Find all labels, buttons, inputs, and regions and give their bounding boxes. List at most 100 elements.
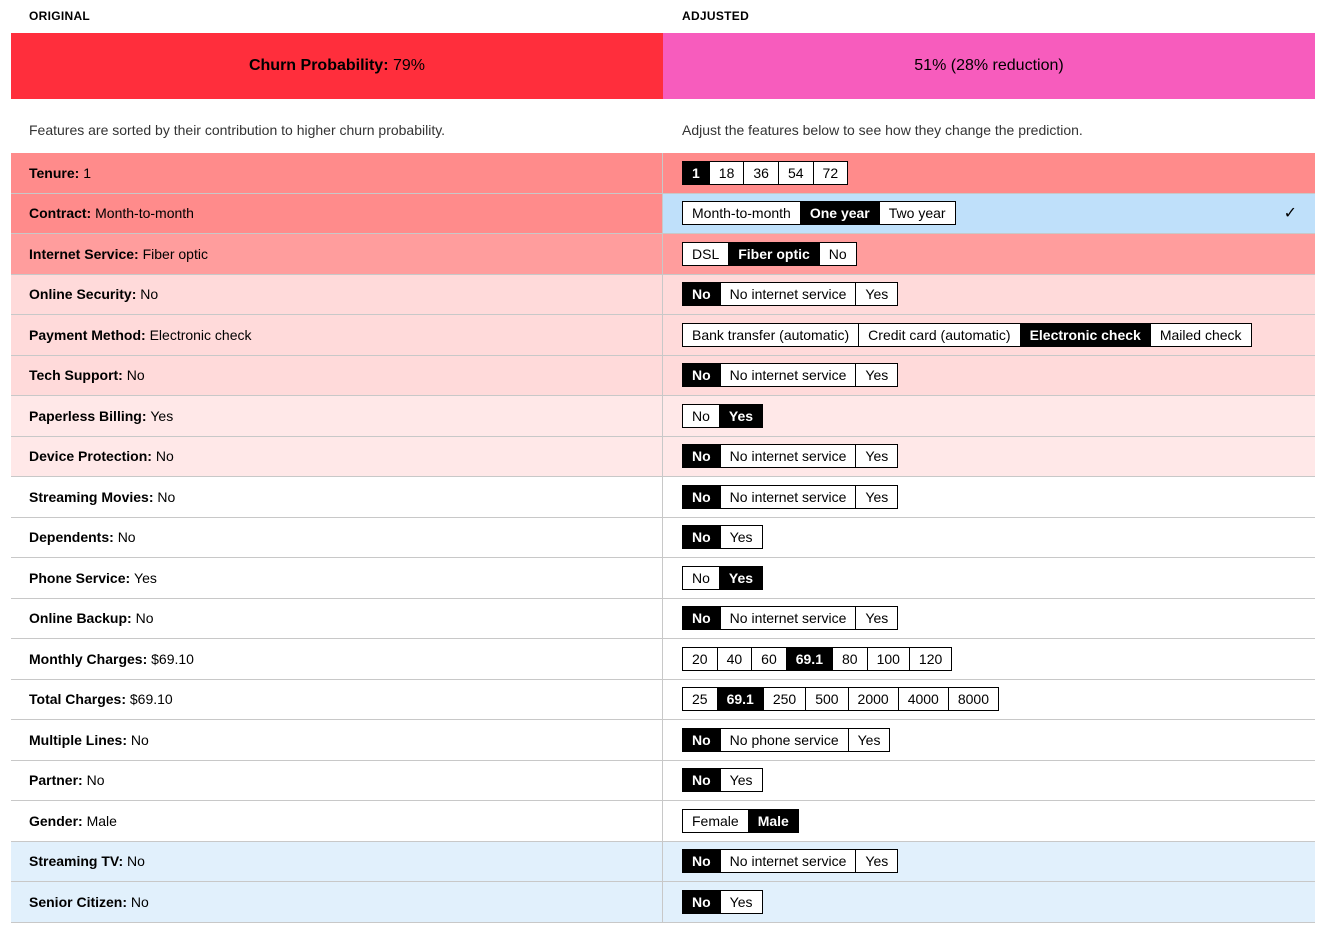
option-button-selected[interactable]: Fiber optic (729, 242, 820, 265)
option-button[interactable]: No internet service (721, 283, 857, 306)
adjusted-feature-cell: 25 69.1 250 500 2000 4000 8000 (663, 679, 1315, 719)
option-button-selected[interactable]: No (683, 890, 721, 913)
feature-original-value: Fiber optic (142, 245, 208, 262)
option-button[interactable]: 25 (683, 688, 718, 711)
option-button[interactable]: Yes (849, 729, 890, 751)
option-button[interactable]: 18 (710, 161, 745, 184)
feature-row: Payment Method: Electronic check Bank tra… (11, 315, 1315, 356)
option-selector: No Yes (682, 525, 763, 550)
original-feature-cell: Online Backup: No (11, 598, 663, 638)
option-button-selected[interactable]: No (683, 485, 721, 508)
option-button[interactable]: Mailed check (1151, 324, 1251, 346)
option-button[interactable]: 100 (868, 647, 910, 670)
option-button[interactable]: 40 (718, 647, 753, 670)
original-churn-banner: Churn Probability: 79% (11, 33, 663, 99)
original-feature-cell: Tenure: 1 (11, 153, 663, 193)
option-button-selected[interactable]: No (683, 526, 721, 549)
feature-original-value: Electronic check (149, 326, 252, 343)
option-button[interactable]: No internet service (721, 445, 857, 468)
adjusted-feature-cell: Month-to-month One year Two year ✓ (663, 193, 1315, 233)
feature-original-value: No (155, 448, 174, 465)
option-button[interactable]: 2000 (849, 688, 899, 711)
feature-original-value: No (140, 286, 159, 303)
feature-label: Senior Citizen: (29, 893, 128, 910)
option-button[interactable]: Female (683, 809, 749, 832)
adjusted-churn-value: 51% (28% reduction) (914, 57, 1064, 74)
feature-original-value: 1 (83, 164, 91, 181)
option-button[interactable]: 80 (833, 647, 868, 670)
option-button-selected[interactable]: Yes (719, 566, 763, 589)
feature-row: Tech Support: No No No internet service Yes (11, 355, 1315, 396)
adjusted-feature-cell: DSL Fiber optic No (663, 234, 1315, 274)
adjusted-feature-cell: No Yes (663, 882, 1315, 922)
option-button[interactable]: No phone service (721, 728, 849, 751)
feature-label: Online Backup: (29, 610, 132, 627)
option-button[interactable]: Yes (721, 769, 762, 791)
option-button[interactable]: No (820, 243, 856, 265)
option-button[interactable]: Yes (856, 850, 897, 872)
original-feature-cell: Multiple Lines: No (11, 720, 663, 760)
option-selector: Month-to-month One year Two year (682, 201, 956, 226)
original-subtitle: Features are sorted by their contributio… (29, 122, 446, 138)
option-button[interactable]: No internet service (721, 485, 857, 508)
option-button-selected[interactable]: No (683, 769, 721, 792)
option-selector: No Yes (682, 565, 764, 590)
feature-table: Tenure: 1 1 18 36 54 72 Contract: Month-to-mon… (11, 153, 1315, 923)
feature-label: Total Charges: (29, 691, 126, 708)
option-button[interactable]: 54 (779, 161, 814, 184)
option-button-selected[interactable]: No (683, 850, 721, 873)
option-button[interactable]: Yes (721, 526, 762, 548)
option-button-selected[interactable]: Male (748, 809, 798, 832)
feature-label: Partner: (29, 772, 83, 789)
option-button[interactable]: Yes (856, 283, 897, 305)
option-button[interactable]: Yes (856, 607, 897, 629)
option-button[interactable]: 8000 (949, 688, 998, 710)
option-button-selected[interactable]: No (683, 445, 721, 468)
feature-row: Online Security: No No No internet service… (11, 274, 1315, 315)
option-button[interactable]: Yes (856, 445, 897, 467)
option-button-selected[interactable]: 69.1 (717, 688, 764, 711)
option-button-selected[interactable]: Yes (719, 404, 763, 427)
feature-label: Contract: (29, 205, 92, 222)
option-button[interactable]: 500 (806, 688, 849, 711)
option-button[interactable]: No (683, 566, 720, 589)
feature-row: Monthly Charges: $69.10 20 40 60 69.1 80 100 12… (11, 639, 1315, 680)
option-button[interactable]: No (683, 404, 720, 427)
option-button[interactable]: 60 (752, 647, 787, 670)
option-button-selected[interactable]: One year (800, 202, 880, 225)
option-button-selected[interactable]: No (683, 283, 721, 306)
feature-original-value: No (130, 731, 149, 748)
option-button-selected[interactable]: Electronic check (1020, 323, 1151, 346)
option-button[interactable]: Yes (856, 364, 897, 386)
option-button[interactable]: No internet service (721, 607, 857, 630)
option-button[interactable]: 72 (814, 162, 848, 184)
adjusted-feature-cell: No Yes (663, 517, 1315, 557)
feature-original-value: Male (86, 812, 117, 829)
option-button[interactable]: No internet service (721, 364, 857, 387)
option-button[interactable]: 250 (764, 688, 807, 711)
option-button[interactable]: Yes (856, 486, 897, 508)
option-button-selected[interactable]: 1 (683, 161, 710, 184)
option-button[interactable]: Two year (880, 202, 955, 224)
option-button[interactable]: 20 (683, 647, 718, 670)
option-button-selected[interactable]: No (683, 728, 721, 751)
feature-label: Tenure: (29, 164, 80, 181)
feature-row: Gender: Male Female Male (11, 801, 1315, 842)
option-selector: No No internet service Yes (682, 849, 899, 874)
option-button[interactable]: 120 (910, 648, 951, 670)
option-button[interactable]: Bank transfer (automatic) (683, 323, 860, 346)
feature-label: Streaming TV: (29, 853, 124, 870)
option-button[interactable]: Yes (721, 891, 762, 913)
feature-row: Paperless Billing: Yes No Yes (11, 396, 1315, 437)
option-button-selected[interactable]: No (683, 607, 721, 630)
original-feature-cell: Phone Service: Yes (11, 558, 663, 598)
original-feature-cell: Streaming Movies: No (11, 477, 663, 517)
option-button[interactable]: Credit card (automatic) (859, 323, 1021, 346)
option-button[interactable]: DSL (683, 242, 730, 265)
option-button-selected[interactable]: No (683, 364, 721, 387)
option-button[interactable]: No internet service (721, 850, 857, 873)
option-button[interactable]: 4000 (899, 688, 949, 711)
option-button[interactable]: Month-to-month (683, 202, 801, 225)
option-button-selected[interactable]: 69.1 (786, 647, 833, 670)
option-button[interactable]: 36 (744, 161, 779, 184)
